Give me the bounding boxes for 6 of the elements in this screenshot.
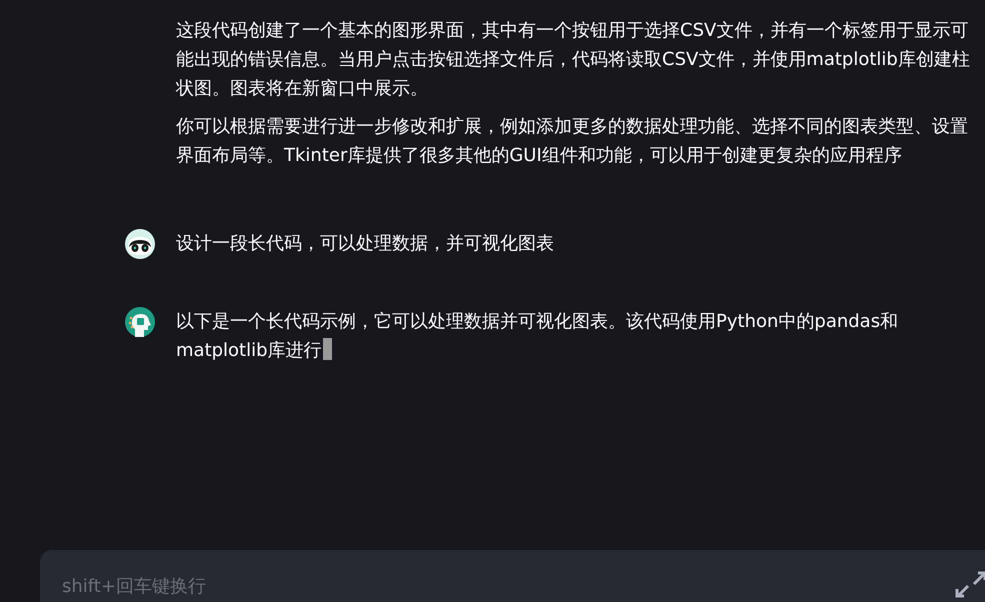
message-text: 设计一段长代码，可以处理数据，并可视化图表 (176, 232, 555, 256)
message-text: 以下是一个长代码示例，它可以处理数据并可视化图表。该代码使用Python中的pandas和matplotlib库进行 (176, 310, 900, 363)
expand-icon[interactable] (954, 570, 985, 598)
message-text: 这段代码创建了一个基本的图形界面，其中有一个按钮用于选择CSV文件，并有一个标签用于显示可能出现的错误信息。当用户点击按钮选择文件后，代码将读取CSV文件，并使用matplotlib库创建柱状图。图表将在新窗口中展示。 (176, 19, 971, 101)
message-text: 你可以根据需要进行进一步修改和扩展，例如添加更多的数据处理功能、选择不同的图表类型、设置界面布局等。Tkinter库提供了很多其他的GUI组件和功能，可以用于创建更复杂的应用程序 (176, 115, 969, 168)
message-input[interactable]: shift+回车键换行 (62, 572, 462, 600)
